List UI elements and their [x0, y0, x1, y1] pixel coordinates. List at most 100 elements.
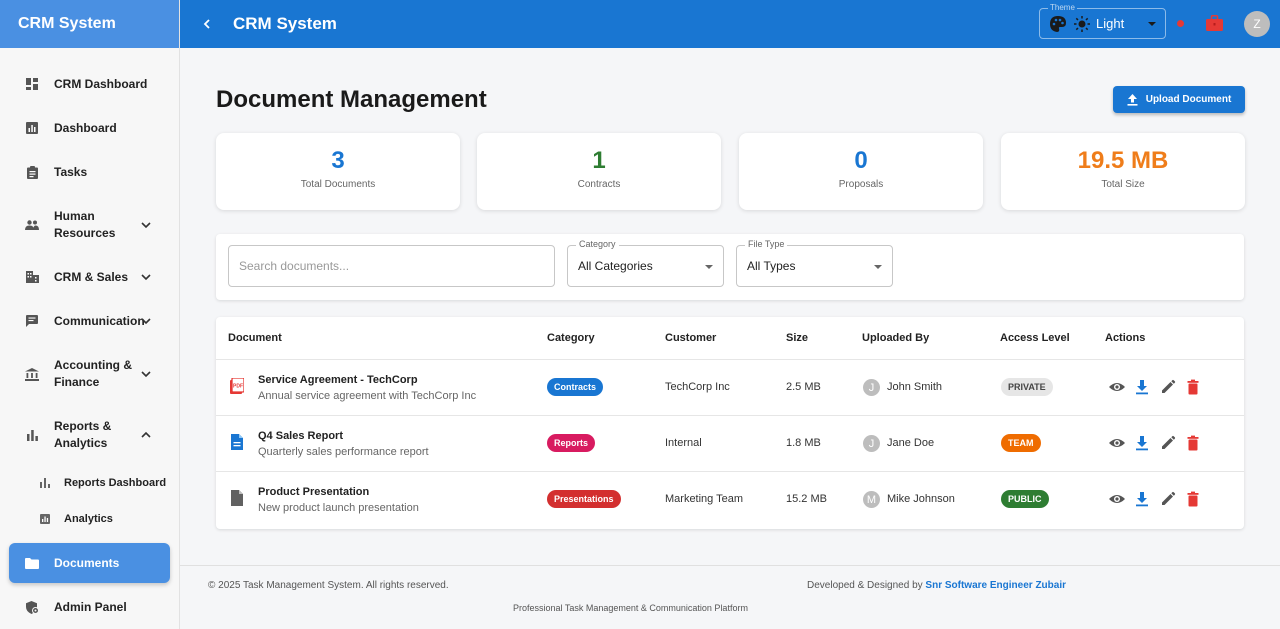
- building-icon: [24, 269, 40, 285]
- file-icon: [231, 490, 243, 506]
- analytics-icon: [38, 512, 52, 526]
- bar-chart-icon: [24, 120, 40, 136]
- document-name[interactable]: Product Presentation: [258, 486, 369, 498]
- table-row[interactable]: Q4 Sales Report Quarterly sales performa…: [216, 415, 1244, 471]
- copyright-text: © 2025 Task Management System. All right…: [208, 580, 449, 591]
- sidebar-item-crm-sales[interactable]: CRM & Sales: [0, 267, 180, 287]
- customer-cell: TechCorp Inc: [665, 381, 730, 393]
- customer-cell: Marketing Team: [665, 493, 744, 505]
- credit-author-link[interactable]: Snr Software Engineer Zubair: [925, 580, 1066, 591]
- theme-label: Theme: [1048, 3, 1077, 12]
- credit-prefix: Developed & Designed by: [807, 580, 923, 591]
- page-title: Document Management: [216, 86, 487, 113]
- download-icon[interactable]: [1134, 379, 1150, 395]
- stat-value: 19.5 MB: [1077, 147, 1169, 174]
- sidebar-item-admin-panel[interactable]: Admin Panel: [0, 597, 180, 617]
- uploader-avatar: J: [863, 379, 880, 396]
- delete-icon[interactable]: [1185, 379, 1201, 395]
- sidebar-item-documents[interactable]: Documents: [9, 543, 170, 583]
- admin-icon: [24, 599, 40, 615]
- view-icon[interactable]: [1109, 435, 1125, 451]
- customer-cell: Internal: [665, 437, 702, 449]
- documents-table: Document Category Customer Size Uploaded…: [216, 317, 1244, 529]
- category-value: All Categories: [578, 259, 653, 273]
- sidebar-item-label: Dashboard: [54, 121, 117, 135]
- column-header[interactable]: Size: [786, 332, 808, 344]
- bar-chart-icon: [24, 427, 40, 443]
- sidebar-item-dashboard[interactable]: Dashboard: [0, 118, 180, 138]
- table-row[interactable]: Product Presentation New product launch …: [216, 471, 1244, 527]
- sidebar-item-label: Analytics: [64, 513, 113, 525]
- tagline-text: Professional Task Management & Communica…: [513, 603, 748, 613]
- table-row[interactable]: PDF Service Agreement - TechCorp Annual …: [216, 359, 1244, 415]
- caret-down-icon: [1148, 22, 1156, 26]
- sidebar-item-tasks[interactable]: Tasks: [0, 162, 180, 182]
- pdf-icon: PDF: [230, 378, 244, 394]
- sidebar-item-label: Documents: [54, 556, 120, 570]
- edit-icon[interactable]: [1160, 435, 1176, 451]
- document-description: Annual service agreement with TechCorp I…: [258, 390, 477, 402]
- upload-icon: [1127, 93, 1138, 106]
- column-header[interactable]: Uploaded By: [862, 332, 929, 344]
- search-input[interactable]: [228, 245, 555, 287]
- view-icon[interactable]: [1109, 491, 1125, 507]
- uploader-name: John Smith: [887, 381, 943, 393]
- download-icon[interactable]: [1134, 491, 1150, 507]
- sidebar-item-crm-dashboard[interactable]: CRM Dashboard: [0, 74, 180, 94]
- chevron-down-icon: [141, 371, 151, 378]
- sidebar-item-accounting-finance[interactable]: Accounting & Finance: [0, 356, 180, 392]
- briefcase-icon[interactable]: [1206, 15, 1223, 31]
- document-name[interactable]: Service Agreement - TechCorp: [258, 374, 418, 386]
- upload-document-button[interactable]: Upload Document: [1113, 86, 1245, 113]
- category-label: Category: [576, 239, 619, 249]
- sidebar-item-reports-dashboard[interactable]: Reports Dashboard: [0, 474, 180, 492]
- sidebar-item-label: CRM & Sales: [54, 270, 129, 284]
- document-name[interactable]: Q4 Sales Report: [258, 430, 343, 442]
- column-header[interactable]: Access Level: [1000, 332, 1070, 344]
- upload-document-label: Upload Document: [1145, 94, 1232, 105]
- edit-icon[interactable]: [1160, 491, 1176, 507]
- column-header[interactable]: Customer: [665, 332, 716, 344]
- stat-card-total-size: 19.5 MB Total Size: [1001, 133, 1245, 210]
- theme-select[interactable]: Theme Light: [1039, 3, 1166, 39]
- column-header[interactable]: Document: [228, 332, 282, 344]
- chevron-down-icon: [141, 318, 151, 325]
- column-header: Actions: [1105, 332, 1146, 344]
- view-icon[interactable]: [1109, 379, 1125, 395]
- sidebar-item-communication[interactable]: Communication: [0, 311, 180, 331]
- filters-panel: Category All Categories File Type All Ty…: [216, 234, 1244, 300]
- sidebar-item-label: Reports Dashboard: [64, 477, 167, 489]
- delete-icon[interactable]: [1185, 491, 1201, 507]
- stat-card-proposals: 0 Proposals: [739, 133, 983, 210]
- sidebar-item-label: Reports & Analytics: [54, 419, 112, 450]
- category-select[interactable]: Category All Categories: [567, 239, 724, 287]
- stat-card-total-documents: 3 Total Documents: [216, 133, 460, 210]
- sidebar-item-analytics[interactable]: Analytics: [0, 510, 180, 528]
- access-level-badge: PRIVATE: [1001, 378, 1053, 396]
- user-avatar[interactable]: Z: [1244, 11, 1270, 37]
- clipboard-icon: [24, 164, 40, 180]
- sidebar-item-human-resources[interactable]: Human Resources: [0, 207, 180, 243]
- sidebar-item-label: Communication: [54, 314, 145, 328]
- folder-icon: [24, 555, 40, 571]
- edit-icon[interactable]: [1160, 379, 1176, 395]
- uploader-avatar: J: [863, 435, 880, 452]
- download-icon[interactable]: [1134, 435, 1150, 451]
- dashboard-icon: [24, 76, 40, 92]
- stat-value: 0: [854, 147, 868, 174]
- caret-down-icon: [874, 265, 882, 269]
- chevron-left-icon[interactable]: [200, 17, 214, 31]
- notification-dot[interactable]: [1177, 20, 1184, 27]
- column-header[interactable]: Category: [547, 332, 595, 344]
- file-type-select[interactable]: File Type All Types: [736, 239, 893, 287]
- size-cell: 1.8 MB: [786, 437, 821, 449]
- delete-icon[interactable]: [1185, 435, 1201, 451]
- app-title: CRM System: [233, 14, 337, 33]
- sidebar-item-reports-analytics[interactable]: Reports & Analytics: [0, 417, 180, 453]
- access-level-badge: PUBLIC: [1001, 490, 1049, 508]
- people-icon: [24, 217, 40, 233]
- sidebar-item-label: Admin Panel: [54, 600, 127, 614]
- access-level-badge: TEAM: [1001, 434, 1041, 452]
- caret-down-icon: [705, 265, 713, 269]
- sidebar: CRM System CRM Dashboard Dashboard Tasks…: [0, 0, 180, 629]
